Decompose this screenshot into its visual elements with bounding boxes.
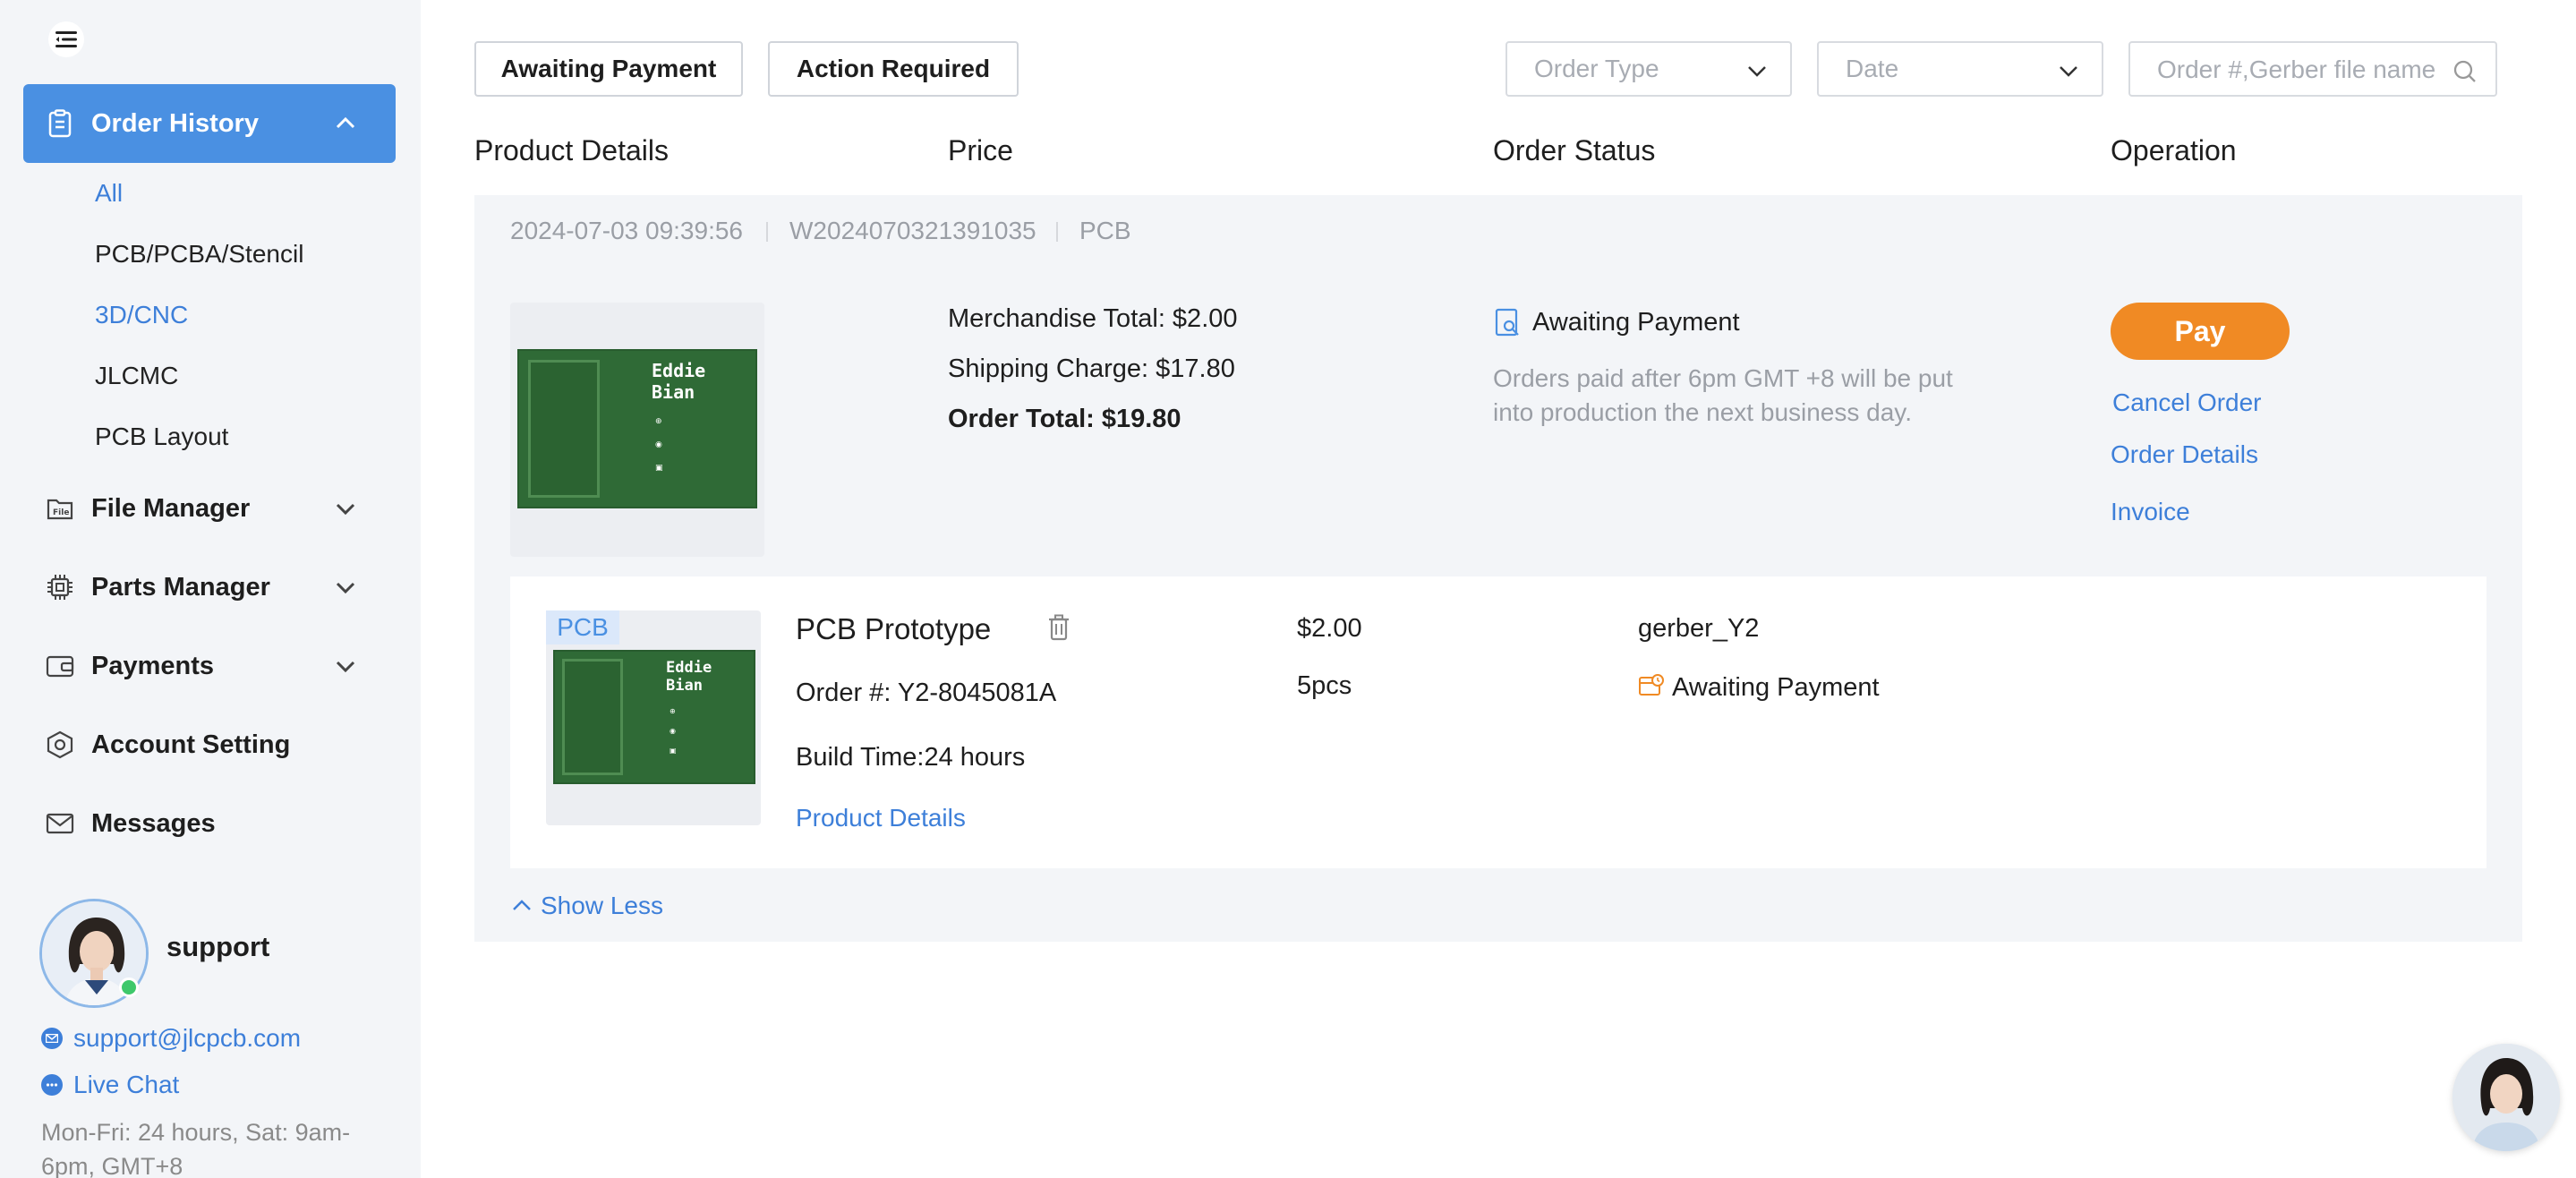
username: support (166, 931, 270, 962)
board-label: Eddie Bian (652, 360, 706, 403)
wallet-clock-icon (1639, 674, 1664, 696)
support-chat-avatar[interactable] (2452, 1044, 2560, 1151)
search-icon[interactable] (2452, 59, 2478, 84)
svg-text:File: File (53, 508, 69, 517)
chevron-down-icon (1748, 66, 1766, 77)
date-select[interactable]: Date (1817, 41, 2103, 97)
live-chat-link[interactable]: Live Chat (41, 1071, 179, 1099)
item-price: $2.00 (1297, 614, 1362, 643)
order-type-select[interactable]: Order Type (1506, 41, 1792, 97)
show-less-toggle[interactable]: Show Less (510, 892, 663, 920)
nav-parts-manager[interactable]: Parts Manager (23, 548, 396, 627)
column-header-product: Product Details (474, 134, 669, 166)
pcb-board-image: Eddie Bian ⊕ ◉ ▣ (553, 650, 755, 784)
sub-item-pcb[interactable]: PCB/PCBA/Stencil (95, 240, 303, 269)
column-header-status: Order Status (1493, 134, 1656, 166)
file-icon: File (45, 493, 75, 524)
chevron-down-icon (336, 503, 355, 516)
nav-messages-label: Messages (91, 808, 216, 838)
action-required-filter[interactable]: Action Required (768, 41, 1019, 97)
divider (1056, 222, 1058, 242)
support-hours: Mon-Fri: 24 hours, Sat: 9am-6pm, GMT+8 (41, 1119, 351, 1178)
nav-account-setting[interactable]: Account Setting (23, 705, 396, 784)
wallet-icon (45, 651, 75, 681)
chevron-up-icon (513, 900, 531, 910)
clipboard-icon (45, 108, 75, 139)
person-icon (2452, 1044, 2560, 1151)
chevron-down-icon (336, 582, 355, 594)
item-status: Awaiting Payment (1672, 673, 1880, 702)
chat-icon (41, 1074, 63, 1096)
order-datetime: 2024-07-03 09:39:56 (510, 217, 743, 244)
column-header-price: Price (948, 134, 1013, 166)
item-build-time: Build Time:24 hours (796, 743, 1026, 772)
sub-item-all[interactable]: All (95, 179, 123, 208)
nav-account-setting-label: Account Setting (91, 730, 291, 759)
menu-collapse-button[interactable] (48, 21, 84, 57)
settings-hexagon-icon (45, 730, 75, 760)
sub-item-3d-cnc[interactable]: 3D/CNC (95, 301, 188, 329)
date-placeholder: Date (1846, 55, 1899, 82)
pcb-tag: PCB (546, 610, 619, 644)
chevron-up-icon (336, 116, 355, 129)
nav-file-manager-label: File Manager (91, 493, 251, 523)
order-category: PCB (1079, 217, 1131, 244)
nav-messages[interactable]: Messages (23, 784, 396, 863)
sub-item-jlcmc[interactable]: JLCMC (95, 362, 178, 390)
nav-parts-manager-label: Parts Manager (91, 572, 270, 602)
document-search-icon (1495, 308, 1519, 337)
awaiting-payment-filter[interactable]: Awaiting Payment (474, 41, 743, 97)
divider (766, 222, 768, 242)
order-id: W2024070321391035 (789, 217, 1036, 244)
order-thumbnail[interactable]: Eddie Bian ⊕ ◉ ▣ (510, 303, 764, 557)
nav-order-history-label: Order History (91, 108, 259, 138)
mail-icon (45, 808, 75, 839)
item-order-number: Order #: Y2-8045081A (796, 679, 1057, 707)
nav-payments-label: Payments (91, 651, 215, 680)
column-header-operation: Operation (2111, 134, 2237, 166)
chip-icon (45, 572, 75, 602)
chevron-down-icon (336, 661, 355, 673)
nav-file-manager[interactable]: File File Manager (23, 469, 396, 548)
shipping-charge: Shipping Charge: $17.80 (948, 354, 1235, 383)
order-details-link[interactable]: Order Details (2111, 440, 2258, 469)
support-email-text: support@jlcpcb.com (73, 1024, 302, 1052)
merchandise-total: Merchandise Total: $2.00 (948, 304, 1238, 333)
cancel-order-link[interactable]: Cancel Order (2112, 388, 2262, 417)
chevron-down-icon (2060, 66, 2077, 77)
menu-icon (55, 31, 77, 47)
sidebar: Order History All PCB/PCBA/Stencil 3D/CN… (0, 0, 421, 1178)
gerber-file-name: gerber_Y2 (1638, 614, 1760, 643)
nav-payments[interactable]: Payments (23, 627, 396, 705)
search-input[interactable] (2157, 55, 2444, 84)
order-status: Awaiting Payment (1532, 308, 1740, 337)
pay-button[interactable]: Pay (2111, 303, 2290, 360)
order-total: Order Total: $19.80 (948, 405, 1181, 433)
item-quantity: 5pcs (1297, 671, 1352, 700)
search-box (2128, 41, 2497, 97)
board-label: Eddie Bian (666, 659, 712, 695)
product-details-link[interactable]: Product Details (796, 804, 966, 832)
online-status-dot (119, 977, 139, 997)
pcb-board-image: Eddie Bian ⊕ ◉ ▣ (517, 349, 757, 508)
nav-order-history[interactable]: Order History (23, 84, 396, 163)
payment-note: Orders paid after 6pm GMT +8 will be put… (1493, 364, 1953, 426)
invoice-link[interactable]: Invoice (2111, 498, 2190, 526)
trash-icon[interactable] (1047, 614, 1070, 641)
show-less-label: Show Less (541, 892, 663, 919)
order-type-placeholder: Order Type (1534, 55, 1659, 82)
live-chat-text: Live Chat (73, 1071, 180, 1098)
sub-item-pcb-layout[interactable]: PCB Layout (95, 423, 228, 451)
item-title: PCB Prototype (796, 612, 992, 645)
support-email-link[interactable]: support@jlcpcb.com (41, 1024, 301, 1053)
email-icon (41, 1028, 63, 1049)
